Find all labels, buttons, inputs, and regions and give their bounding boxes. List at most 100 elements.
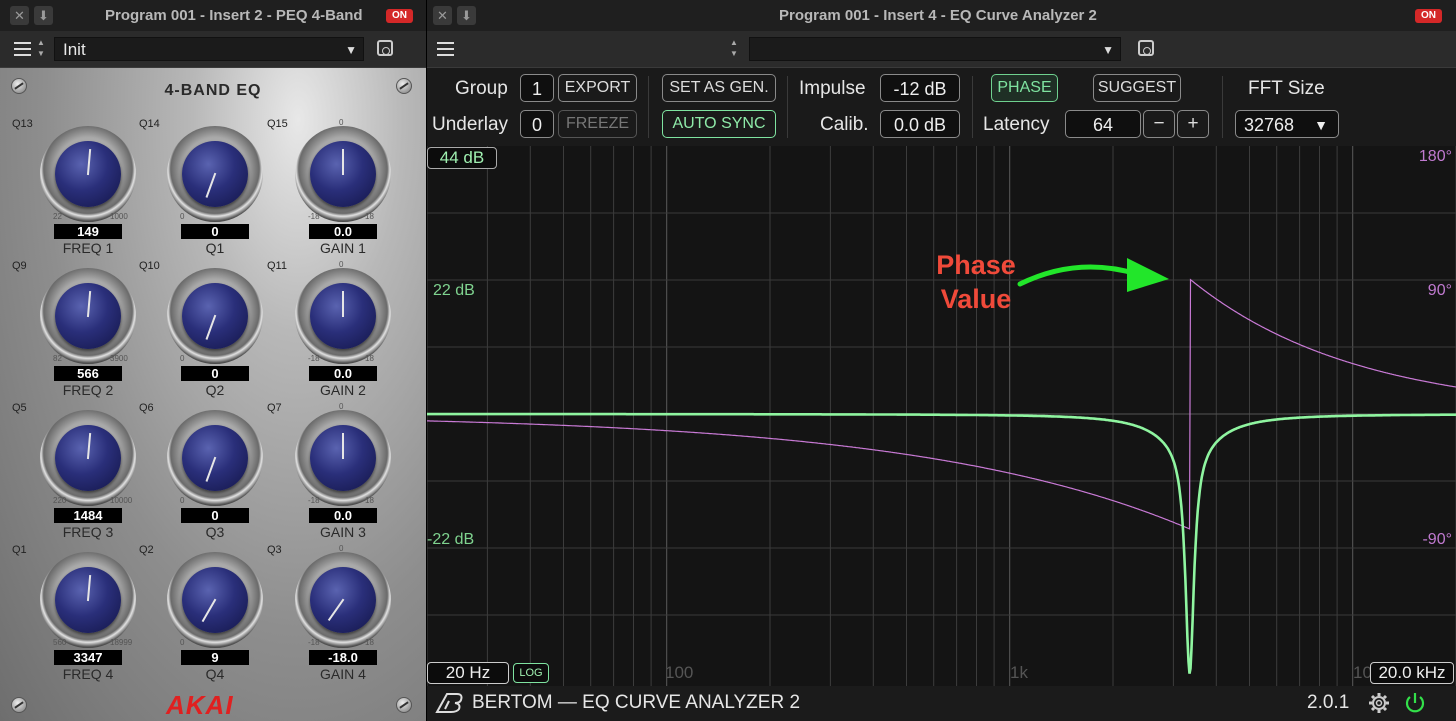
preset-stepper-icon[interactable]: ▲ ▼: [36, 37, 46, 59]
knob-min-label: 560: [53, 638, 67, 647]
knob-value[interactable]: 3347: [54, 650, 122, 665]
knob-min-label: 82: [53, 354, 62, 363]
latency-field[interactable]: 64: [1065, 110, 1141, 138]
knob[interactable]: [40, 126, 136, 222]
log-scale-button[interactable]: LOG: [513, 663, 549, 683]
knob-cap: [310, 283, 376, 349]
knob-param-label: FREQ 1: [62, 240, 114, 256]
divider: [648, 76, 649, 138]
download-icon[interactable]: ⬇: [457, 6, 476, 25]
knob-cc-label: Q9: [12, 260, 27, 272]
frequency-response-graph[interactable]: 44 dB 22 dB -22 dB 180° 90° -90° 100 1k …: [427, 146, 1456, 686]
knob-value[interactable]: 1484: [54, 508, 122, 523]
knob[interactable]: [295, 126, 391, 222]
annotation-line-2: Value: [940, 284, 1012, 314]
knob-value[interactable]: 0.0: [309, 224, 377, 239]
right-window-title: Program 001 - Insert 4 - EQ Curve Analyz…: [779, 7, 1097, 24]
left-on-badge[interactable]: ON: [386, 9, 413, 23]
download-icon[interactable]: ⬇: [34, 6, 53, 25]
freq-max-field[interactable]: 20.0 kHz: [1370, 662, 1454, 684]
knob-param-label: GAIN 2: [320, 382, 366, 398]
knob-value[interactable]: 0.0: [309, 508, 377, 523]
close-icon[interactable]: ✕: [433, 6, 452, 25]
knob-min-label: -18: [308, 638, 320, 647]
knob-value[interactable]: 566: [54, 366, 122, 381]
knob-min-label: -18: [308, 354, 320, 363]
knob-cap: [55, 425, 121, 491]
knob-cc-label: Q3: [267, 544, 282, 556]
phase-curve: [427, 278, 1456, 530]
knob-value[interactable]: 0: [181, 366, 249, 381]
save-preset-icon[interactable]: [377, 40, 393, 56]
knob-max-label: 1000: [110, 212, 128, 221]
knob-max-label: 18: [365, 638, 374, 647]
latency-label: Latency: [983, 114, 1050, 135]
fft-size-dropdown[interactable]: 32768 ▼: [1235, 110, 1339, 138]
preset-name: Init: [63, 40, 86, 59]
knob-cap: [182, 567, 248, 633]
group-field[interactable]: 1: [520, 74, 554, 102]
knob[interactable]: [295, 268, 391, 364]
db-mid-label: 22 dB: [433, 282, 475, 299]
knob-indicator: [86, 291, 92, 318]
latency-minus-button[interactable]: −: [1143, 110, 1175, 138]
knob[interactable]: [167, 552, 263, 648]
fft-size-value: 32768: [1244, 115, 1295, 135]
set-as-gen-button[interactable]: SET AS GEN.: [662, 74, 776, 102]
db-top-label[interactable]: 44 dB: [427, 147, 497, 169]
knob[interactable]: [167, 126, 263, 222]
preset-dropdown[interactable]: Init ▼: [54, 37, 364, 61]
knob-cc-label: Q15: [267, 118, 288, 130]
knob-value[interactable]: 0.0: [309, 366, 377, 381]
knob-param-label: Q2: [205, 382, 225, 398]
phase-button[interactable]: PHASE: [991, 74, 1058, 102]
knob-min-label: 0: [180, 212, 185, 221]
knob-value[interactable]: -18.0: [309, 650, 377, 665]
akai-logo: AKAI: [166, 690, 234, 720]
knob-param-label: GAIN 4: [320, 666, 366, 682]
knob[interactable]: [295, 410, 391, 506]
latency-plus-button[interactable]: +: [1177, 110, 1209, 138]
knob-param-label: FREQ 3: [62, 524, 114, 540]
preset-stepper-icon[interactable]: ▲ ▼: [729, 37, 739, 59]
knob[interactable]: [167, 410, 263, 506]
calib-field[interactable]: 0.0 dB: [880, 110, 960, 138]
knob-cc-label: Q2: [139, 544, 154, 556]
knob-min-label: 0: [180, 496, 185, 505]
power-icon[interactable]: [1403, 691, 1427, 715]
close-icon[interactable]: ✕: [10, 6, 29, 25]
graph-canvas: [427, 146, 1456, 686]
knob-value[interactable]: 149: [54, 224, 122, 239]
gear-icon[interactable]: [1368, 692, 1390, 714]
knob-value[interactable]: 0: [181, 508, 249, 523]
knob[interactable]: [40, 268, 136, 364]
impulse-field[interactable]: -12 dB: [880, 74, 960, 102]
bertom-logo-icon: [435, 693, 463, 713]
knob-param-label: GAIN 1: [320, 240, 366, 256]
knob[interactable]: [40, 410, 136, 506]
save-preset-icon[interactable]: [1138, 40, 1154, 56]
right-on-badge[interactable]: ON: [1415, 9, 1442, 23]
x-tick-1k: 1k: [1010, 663, 1028, 682]
right-window-titlebar: ✕ ⬇ Program 001 - Insert 4 - EQ Curve An…: [427, 0, 1456, 32]
menu-icon[interactable]: [437, 42, 454, 56]
auto-sync-button[interactable]: AUTO SYNC: [662, 110, 776, 138]
knob-max-label: 18: [365, 496, 374, 505]
freeze-button[interactable]: FREEZE: [558, 110, 637, 138]
preset-dropdown[interactable]: ▼: [749, 37, 1121, 61]
knob-value[interactable]: 0: [181, 224, 249, 239]
freq-min-field[interactable]: 20 Hz: [427, 662, 509, 684]
knob-min-label: 22: [53, 212, 62, 221]
footer-title: BERTOM — EQ CURVE ANALYZER 2: [472, 692, 801, 713]
underlay-field[interactable]: 0: [520, 110, 554, 138]
knob-cap: [182, 141, 248, 207]
knob[interactable]: [295, 552, 391, 648]
left-window-titlebar: ✕ ⬇ Program 001 - Insert 2 - PEQ 4-Band …: [0, 0, 426, 32]
knob-cap: [182, 283, 248, 349]
knob-value[interactable]: 9: [181, 650, 249, 665]
menu-icon[interactable]: [14, 42, 31, 56]
suggest-button[interactable]: SUGGEST: [1093, 74, 1181, 102]
knob[interactable]: [167, 268, 263, 364]
knob[interactable]: [40, 552, 136, 648]
export-button[interactable]: EXPORT: [558, 74, 637, 102]
